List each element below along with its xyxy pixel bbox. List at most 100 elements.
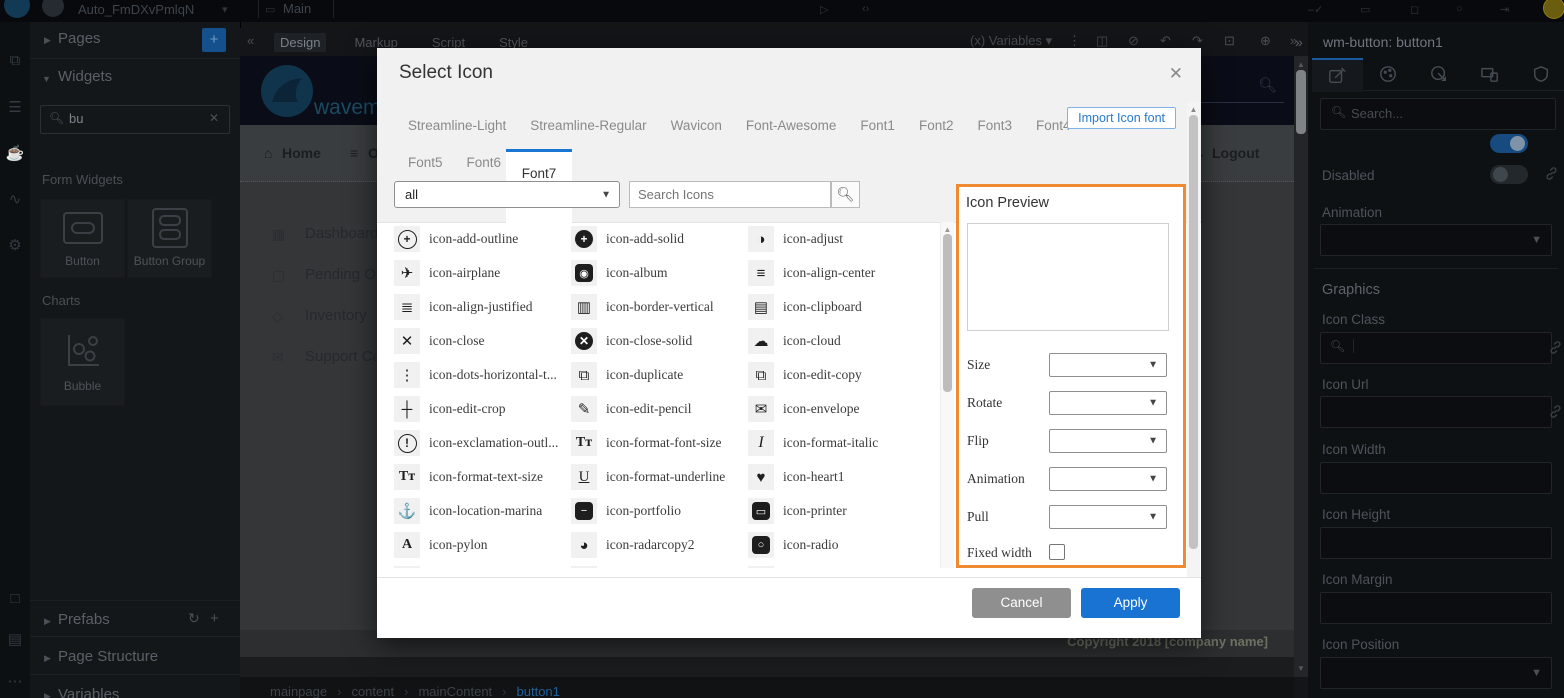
settings-gear-icon[interactable]: ⚙ [0, 236, 30, 254]
database-rail-icon[interactable]: ☰ [0, 98, 30, 116]
widget-tile-button-group[interactable]: Button Group [127, 199, 212, 278]
apply-button[interactable]: Apply [1081, 588, 1180, 618]
dialog-scrollbar[interactable]: ▲ ▼ [1187, 102, 1200, 616]
refresh-prefabs-icon[interactable]: ↻ [188, 610, 200, 627]
icon-list-item[interactable]: A icon-pylon [394, 528, 571, 562]
breadcrumb-item[interactable]: mainContent [418, 684, 516, 698]
kebab-menu-icon[interactable]: ⋮ [1068, 33, 1081, 49]
icon-list-scrollbar-thumb[interactable] [943, 234, 952, 392]
breadcrumb-item[interactable]: mainpage [270, 684, 351, 698]
variables-section-row[interactable]: ▶ Variables [30, 680, 240, 698]
icon-position-select[interactable]: ▼ [1320, 657, 1552, 689]
icon-list-item[interactable]: ◑ icon-adjust [748, 222, 925, 256]
font-tab[interactable]: Font1 [860, 118, 895, 133]
icon-filter-select[interactable]: all ▼ [394, 181, 620, 208]
widget-tile-bubble[interactable]: Bubble [40, 318, 125, 406]
card-icon[interactable]: ▭ [1360, 3, 1370, 16]
collapse-panel-icon[interactable]: » [1295, 34, 1303, 50]
icon-list-item[interactable]: ✉ icon-envelope [748, 392, 925, 426]
icon-list-item[interactable]: ⧉ icon-edit-copy [748, 358, 925, 392]
icon-url-input[interactable] [1320, 396, 1552, 428]
icon-list-item[interactable]: I icon-format-italic [748, 426, 925, 460]
disabled-toggle[interactable] [1490, 165, 1528, 184]
prefabs-section-row[interactable]: ▶ Prefabs ↻ + [30, 605, 240, 635]
tab-devices[interactable] [1465, 58, 1516, 91]
font-tab[interactable]: Streamline-Light [408, 118, 506, 133]
widgets-section-row[interactable]: ▼ Widgets [30, 64, 240, 94]
bind-icon-url-icon[interactable] [1548, 404, 1563, 419]
pages-section-row[interactable]: ▶ Pages + [30, 26, 240, 56]
icon-list-item[interactable]: ✕ icon-close-solid [571, 324, 748, 358]
animation-select[interactable]: ▼ [1320, 224, 1552, 256]
icon-option-select[interactable]: ▼ [1049, 353, 1167, 377]
icon-list-item[interactable]: ♥ icon-heart1 [748, 460, 925, 494]
widget-search-box[interactable]: 🔍︎ bu ✕ [40, 105, 230, 134]
icon-search-input[interactable] [629, 181, 831, 208]
font-tab[interactable]: Wavicon [671, 118, 722, 133]
dialog-scrollbar-thumb[interactable] [1189, 115, 1198, 549]
icon-list-item[interactable]: ▤ icon-clipboard [748, 290, 925, 324]
icon-list-item[interactable]: − icon-portfolio [571, 494, 748, 528]
collapse-left-icon[interactable]: « [247, 33, 254, 48]
tab-styles[interactable] [1363, 58, 1414, 91]
more-dots-icon[interactable]: ⋯ [0, 672, 30, 690]
drop-icon[interactable]: ○ [1456, 3, 1463, 15]
breadcrumb-item[interactable]: content [351, 684, 418, 698]
avatar[interactable] [42, 0, 64, 17]
preview-code-icon[interactable]: ‹› [862, 3, 869, 15]
page-structure-section-row[interactable]: ▶ Page Structure [30, 642, 240, 672]
font-tab[interactable]: Font2 [919, 118, 954, 133]
font-tab[interactable]: Streamline-Regular [530, 118, 646, 133]
canvas-scrollbar[interactable]: ▲ ▼ [1294, 56, 1308, 677]
variables-menu[interactable]: (x) Variables ▾ [970, 33, 1052, 49]
log-rail-icon[interactable]: ▤ [0, 630, 30, 648]
icon-list-item[interactable]: ⚓ icon-location-marina [394, 494, 571, 528]
icon-list-item[interactable]: ✎ icon-edit-pencil [571, 392, 748, 426]
icon-class-search-icon[interactable]: 🔍︎ [1330, 339, 1354, 353]
icon-list-item[interactable]: ☁ icon-cloud [748, 324, 925, 358]
font-tab[interactable]: Font5 [408, 155, 443, 170]
icon-list-item[interactable] [394, 562, 571, 568]
icon-search-button[interactable]: 🔍︎ [831, 181, 860, 208]
frame-rail-icon[interactable]: □ [0, 590, 30, 607]
export-icon[interactable]: ⇥ [1500, 3, 1509, 16]
font-tab[interactable]: Font-Awesome [746, 118, 837, 133]
icon-option-select[interactable]: ▼ [1049, 391, 1167, 415]
icon-list-item[interactable]: + icon-add-outline [394, 222, 571, 256]
icon-list-item[interactable]: ⋮ icon-dots-horizontal-t... [394, 358, 571, 392]
bind-icon-class-icon[interactable] [1548, 340, 1563, 355]
icon-list-item[interactable]: ┼ icon-edit-crop [394, 392, 571, 426]
icon-list-item[interactable]: ◕ icon-radarcopy2 [571, 528, 748, 562]
import-icon-font-button[interactable]: Import Icon font [1067, 107, 1176, 129]
connector-rail-icon[interactable]: ∿ [0, 190, 30, 208]
icon-option-select[interactable]: ▼ [1049, 429, 1167, 453]
scroll-up-icon[interactable]: ▲ [1294, 60, 1308, 69]
icon-list-item[interactable]: ◉ icon-album [571, 256, 748, 290]
tab-events[interactable] [1414, 58, 1465, 91]
add-page-button[interactable]: + [202, 28, 226, 52]
nav-logout[interactable]: Logout [1212, 145, 1259, 161]
layout-icon[interactable]: ◫ [1096, 33, 1108, 49]
font-tab[interactable]: Font3 [977, 118, 1012, 133]
tab-properties[interactable] [1312, 58, 1363, 92]
icon-height-input[interactable] [1320, 527, 1552, 559]
run-icon[interactable]: ▷ [820, 3, 828, 16]
properties-search[interactable]: 🔍︎ Search... [1320, 98, 1556, 130]
zoom-in-icon[interactable]: ⊕ [1260, 33, 1271, 49]
pages-rail-icon[interactable]: ⧉ [0, 52, 30, 69]
add-prefab-icon[interactable]: + [210, 610, 219, 627]
scroll-up-icon[interactable]: ▲ [941, 225, 954, 234]
icon-list-item[interactable]: Tт icon-format-font-size [571, 426, 748, 460]
tab-security[interactable] [1516, 58, 1564, 91]
icon-width-input[interactable] [1320, 462, 1552, 494]
project-caret-icon[interactable]: ▾ [222, 3, 228, 16]
fixed-width-checkbox[interactable] [1049, 544, 1065, 560]
font-tab[interactable]: Font6 [467, 155, 502, 170]
breadcrumb-item[interactable]: button1 [517, 684, 560, 698]
icon-margin-input[interactable] [1320, 592, 1552, 624]
font-tab[interactable]: Font4 [1036, 118, 1071, 133]
icon-list-item[interactable]: Tт icon-format-text-size [394, 460, 571, 494]
icon-list-item[interactable]: ▭ icon-printer [748, 494, 925, 528]
mode-tab[interactable]: Design [274, 33, 326, 52]
page-tab[interactable]: ▭ Main [258, 0, 334, 18]
